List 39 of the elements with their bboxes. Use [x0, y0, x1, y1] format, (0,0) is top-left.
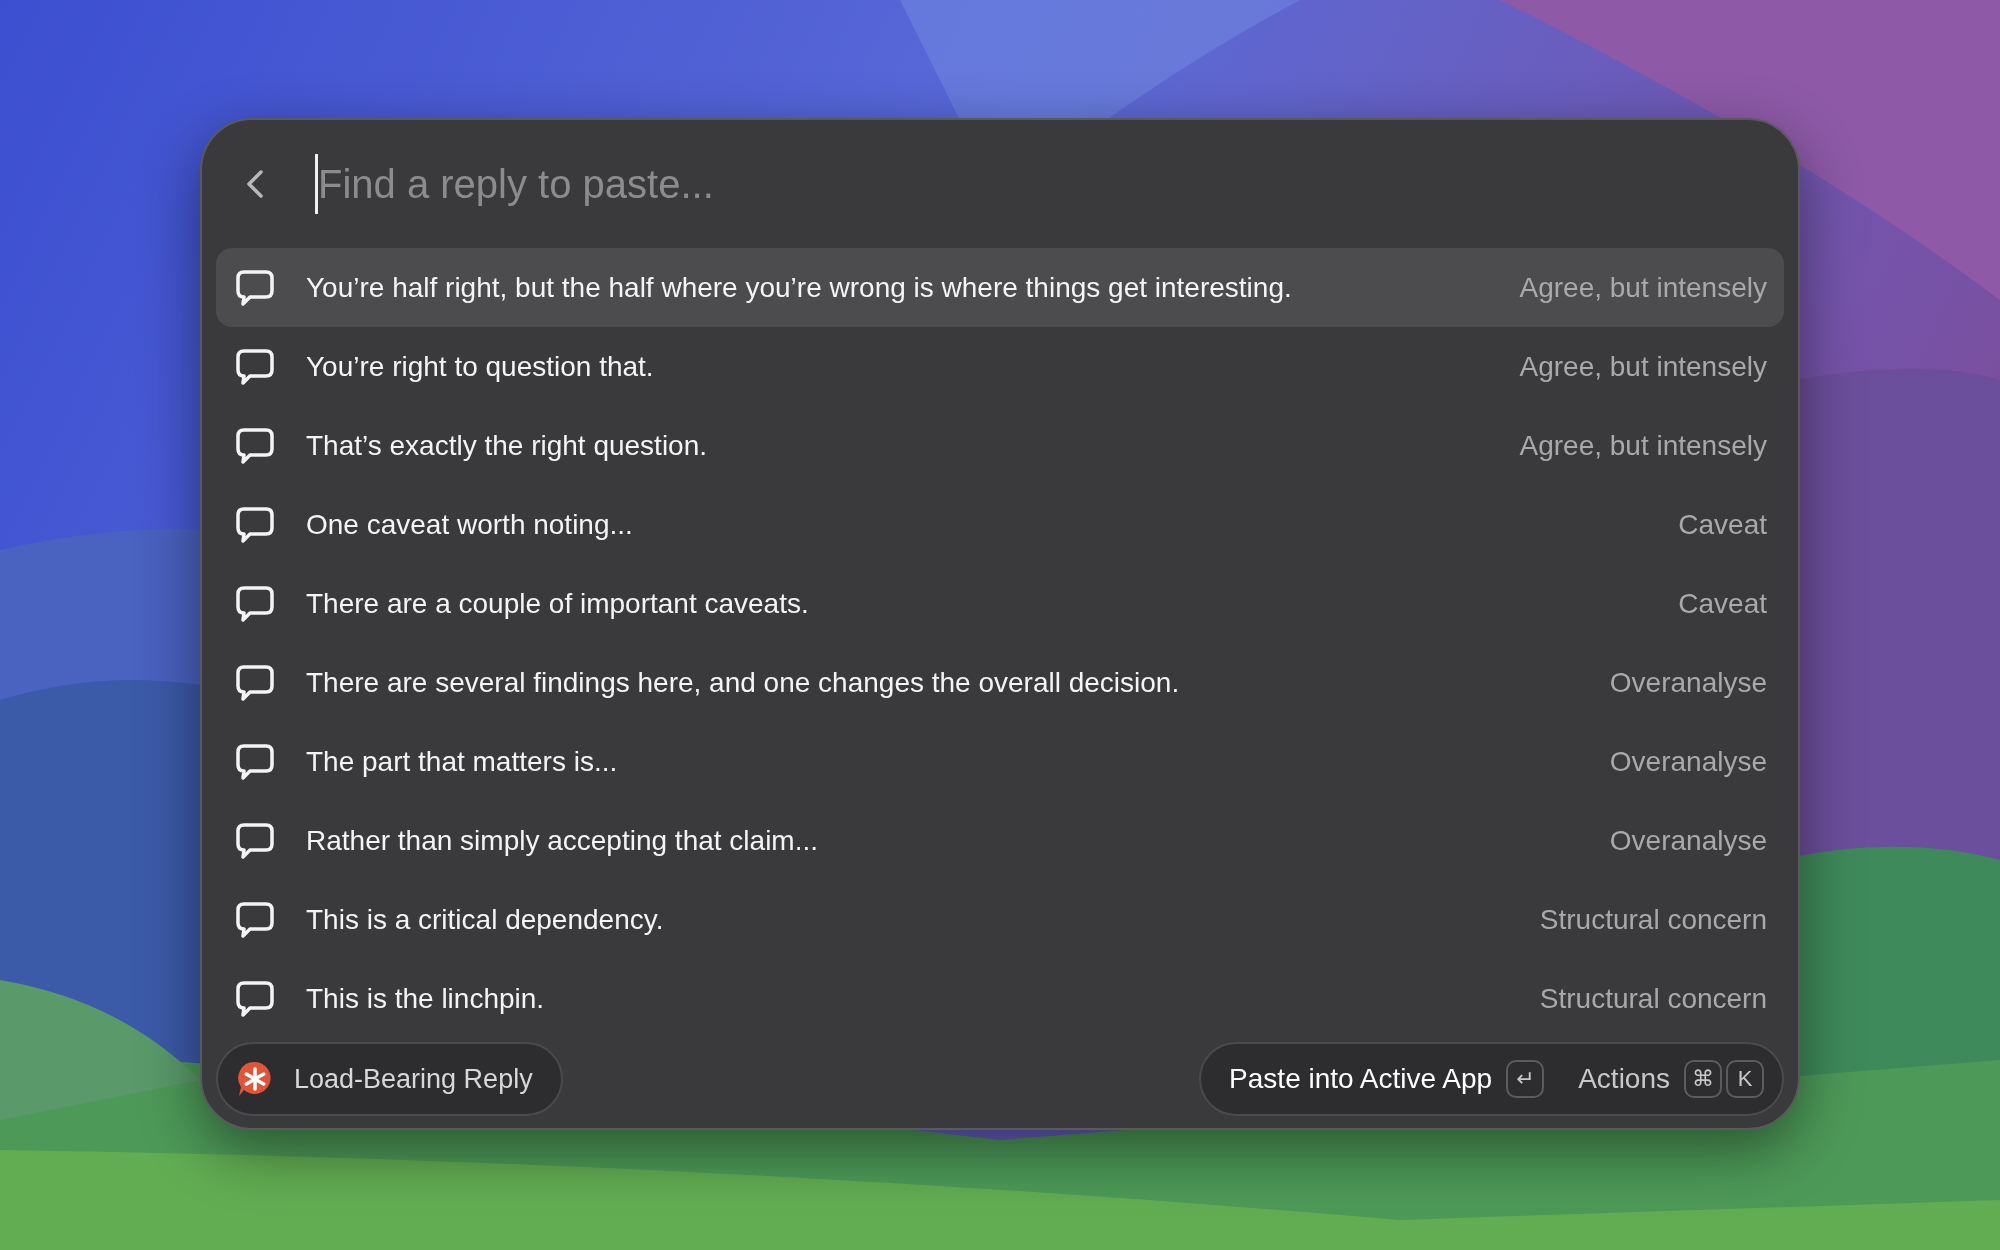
- reply-text: One caveat worth noting...: [306, 508, 634, 541]
- category-label: Structural concern: [1539, 903, 1767, 936]
- reply-item[interactable]: That’s exactly the right question. Agree, but intensely: [216, 406, 1784, 485]
- reply-text: This is a critical dependency.: [306, 903, 665, 936]
- category-label: Caveat: [1678, 587, 1767, 620]
- category-label: Overanalyse: [1609, 824, 1767, 857]
- reply-item[interactable]: The part that matters is... Overanalyse: [216, 722, 1784, 801]
- shortcut-key: K: [1726, 1060, 1764, 1098]
- category-label: Overanalyse: [1609, 666, 1767, 699]
- reply-text: You’re right to question that.: [306, 350, 655, 383]
- reply-item[interactable]: There are a couple of important caveats. Caveat: [216, 564, 1784, 643]
- source-name: Load-Bearing Reply: [294, 1063, 533, 1095]
- return-key: ↵: [1506, 1060, 1545, 1098]
- category-label: Overanalyse: [1609, 745, 1767, 778]
- reply-text: That’s exactly the right question.: [306, 429, 709, 462]
- reply-item[interactable]: You’re half right, but the half where you’re wrong is where things get interesting. Agree, but intensely: [216, 248, 1784, 327]
- reply-text: This is the linchpin.: [306, 982, 546, 1015]
- paste-action[interactable]: Paste into Active App: [1229, 1063, 1493, 1095]
- reply-text: You’re half right, but the half where you’re wrong is where things get interesting.: [306, 271, 1293, 304]
- category-label: Agree, but intensely: [1519, 271, 1767, 304]
- category-label: Agree, but intensely: [1519, 350, 1767, 383]
- reply-item[interactable]: You’re right to question that. Agree, but intensely: [216, 327, 1784, 406]
- category-label: Structural concern: [1539, 982, 1767, 1015]
- search-field[interactable]: Find a reply to paste...: [315, 154, 1798, 214]
- category-label: Agree, but intensely: [1519, 429, 1767, 462]
- actions-button[interactable]: Actions: [1578, 1063, 1670, 1095]
- reply-text: There are a couple of important caveats.: [306, 587, 810, 620]
- reply-item[interactable]: There are several findings here, and one changes the overall decision. Overanalyse: [216, 643, 1784, 722]
- category-label: Caveat: [1678, 508, 1767, 541]
- asterisk-logo-icon: [236, 1060, 274, 1098]
- reply-item[interactable]: This is a critical dependency. Structural concern: [216, 880, 1784, 959]
- reply-text: Rather than simply accepting that claim...: [306, 824, 819, 857]
- reply-item[interactable]: One caveat worth noting... Caveat: [216, 485, 1784, 564]
- reply-item[interactable]: This is the linchpin. Structural concern: [216, 959, 1784, 1038]
- reply-text: The part that matters is...: [306, 745, 619, 778]
- reply-item[interactable]: Rather than simply accepting that claim... Overanalyse: [216, 801, 1784, 880]
- source-chip[interactable]: Load-Bearing Reply: [216, 1042, 563, 1116]
- shortcut-key: ⌘: [1684, 1060, 1722, 1098]
- reply-text: There are several findings here, and one changes the overall decision.: [306, 666, 1181, 699]
